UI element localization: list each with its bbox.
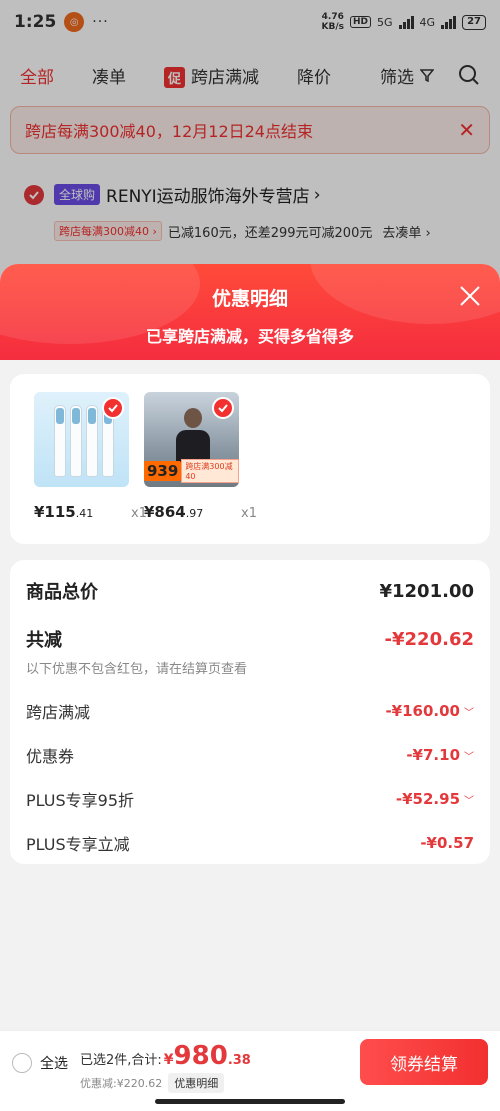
product-price-int: ¥115 <box>34 503 76 521</box>
detail-label: 跨店满减 <box>26 703 91 722</box>
close-icon[interactable] <box>458 284 482 308</box>
detail-value-text: -¥160.00 <box>385 702 460 720</box>
overlay-dim[interactable] <box>0 0 500 300</box>
sheet-header: 优惠明细 已享跨店满减，买得多省得多 <box>0 264 500 360</box>
detail-label: 优惠券 <box>26 747 75 766</box>
sheet-subtitle: 已享跨店满减，买得多省得多 <box>145 327 354 346</box>
detail-label: PLUS专享95折 <box>26 791 134 810</box>
detail-value-text: -¥52.95 <box>395 790 460 808</box>
total-label: 商品总价 <box>26 582 98 603</box>
reduce-label: 共减 <box>26 630 62 651</box>
price-summary: 商品总价 ¥1201.00 共减 -¥220.62 以下优惠不包含红包，请在结算… <box>10 560 490 864</box>
total-row: 商品总价 ¥1201.00 <box>26 578 474 604</box>
select-all-radio[interactable] <box>12 1053 32 1073</box>
product-price-dec: .97 <box>185 507 204 520</box>
detail-row-plus-discount[interactable]: PLUS专享95折 -¥52.95 ﹀ <box>26 787 474 811</box>
detail-value: -¥0.57 <box>420 834 474 852</box>
checkout-button[interactable]: 领券结算 <box>360 1039 488 1085</box>
selected-check-icon <box>212 397 234 419</box>
detail-row-plus-reduce: PLUS专享立减 -¥0.57 <box>26 831 474 855</box>
thumb-price: 939 <box>144 461 182 481</box>
brush-head-graphic <box>70 405 82 477</box>
reduce-row: 共减 -¥220.62 <box>26 626 474 652</box>
product-qty: x1 <box>241 506 257 521</box>
total-amount-dec: .38 <box>227 1053 251 1068</box>
discount-line: 优惠减:¥220.62 优惠明细 <box>80 1073 251 1093</box>
selected-count-text: 已选2件,合计: <box>80 1053 162 1068</box>
select-all-label: 全选 <box>40 1056 68 1072</box>
product-price-int: ¥864 <box>144 503 186 521</box>
discount-detail-sheet: 优惠明细 已享跨店满减，买得多省得多 ¥115.41 x1 939 跨店满300… <box>0 264 500 1111</box>
thumb-label: 跨店满300减40 <box>181 459 239 483</box>
chevron-down-icon[interactable]: ﹀ <box>464 792 474 807</box>
product-meta: ¥864.97 x1 <box>144 503 257 521</box>
brush-head-graphic <box>54 405 66 477</box>
chevron-down-icon[interactable]: ﹀ <box>464 748 474 763</box>
detail-value: -¥52.95 ﹀ <box>396 790 474 808</box>
total-amount-int: 980 <box>173 1041 228 1071</box>
down-jacket-image[interactable]: 939 跨店满300减40 <box>144 392 239 487</box>
home-indicator[interactable] <box>155 1099 345 1104</box>
order-totals: 已选2件,合计: ¥ 980 .38 优惠减:¥220.62 优惠明细 <box>80 1041 251 1093</box>
product-list: ¥115.41 x1 939 跨店满300减40 ¥864.97 x1 <box>10 374 490 544</box>
product-item[interactable]: 939 跨店满300减40 ¥864.97 x1 <box>144 392 257 521</box>
total-value: ¥1201.00 <box>379 580 474 602</box>
detail-value: -¥160.00 ﹀ <box>385 702 474 720</box>
chevron-down-icon[interactable]: ﹀ <box>464 704 474 719</box>
product-meta: ¥115.41 x1 <box>34 503 147 521</box>
detail-label: PLUS专享立减 <box>26 835 130 854</box>
select-all-toggle[interactable]: 全选 <box>12 1053 68 1073</box>
detail-value-text: -¥7.10 <box>406 746 460 764</box>
product-item[interactable]: ¥115.41 x1 <box>34 392 147 521</box>
thumb-promo-tag: 939 跨店满300减40 <box>144 459 239 483</box>
detail-row-coupon[interactable]: 优惠券 -¥7.10 ﹀ <box>26 743 474 767</box>
product-price: ¥864.97 <box>144 503 203 521</box>
currency-symbol: ¥ <box>163 1052 174 1068</box>
toothbrush-head-image[interactable] <box>34 392 129 487</box>
detail-value-text: -¥0.57 <box>420 834 474 852</box>
checkout-bar: 全选 已选2件,合计: ¥ 980 .38 优惠减:¥220.62 优惠明细 领… <box>0 1030 500 1111</box>
discount-amount-text: 优惠减:¥220.62 <box>80 1077 163 1090</box>
discount-note: 以下优惠不包含红包，请在结算页查看 <box>26 662 248 677</box>
totals-line: 已选2件,合计: ¥ 980 .38 <box>80 1041 251 1071</box>
product-price-dec: .41 <box>75 507 94 520</box>
discount-detail-button[interactable]: 优惠明细 <box>168 1073 225 1093</box>
detail-value: -¥7.10 ﹀ <box>406 746 474 764</box>
reduce-value: -¥220.62 <box>384 628 474 650</box>
selected-check-icon <box>102 397 124 419</box>
sheet-title: 优惠明细 <box>211 288 288 310</box>
brush-head-graphic <box>86 405 98 477</box>
product-price: ¥115.41 <box>34 503 93 521</box>
detail-row-cross-store[interactable]: 跨店满减 -¥160.00 ﹀ <box>26 699 474 723</box>
